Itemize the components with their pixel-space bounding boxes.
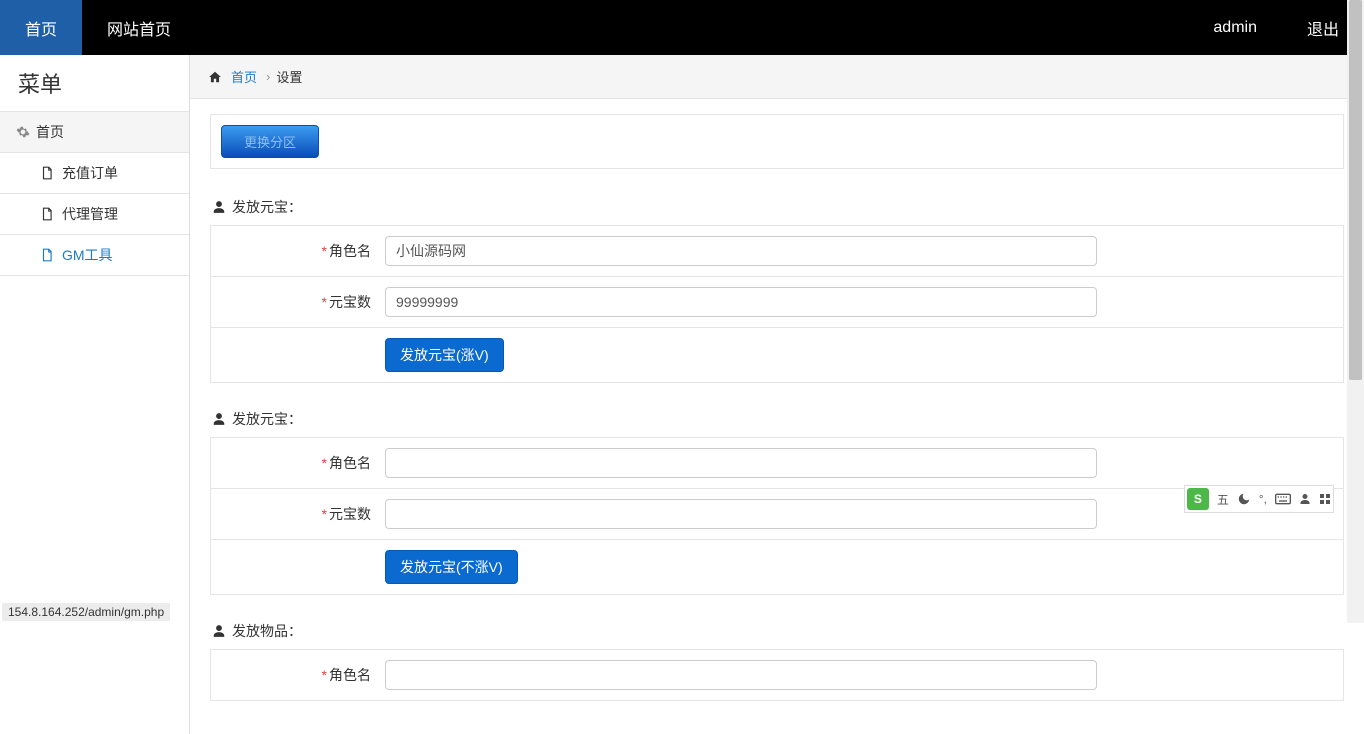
- menu-item-label: 充值订单: [62, 163, 118, 183]
- sidebar-title: 菜单: [0, 55, 189, 112]
- breadcrumb-link-home[interactable]: 首页: [231, 67, 257, 86]
- menu-item-recharge[interactable]: 充值订单: [0, 153, 189, 194]
- menu-item-gm-tools[interactable]: GM工具: [0, 235, 189, 276]
- menu-item-label: GM工具: [62, 245, 113, 265]
- submit-yuanbao-nov-button[interactable]: 发放元宝(不涨V): [385, 550, 518, 584]
- ime-logo-icon: S: [1187, 488, 1209, 510]
- amount-label: *元宝数: [211, 490, 381, 538]
- ime-toolbar[interactable]: S 五 °,: [1184, 485, 1334, 513]
- form-item: *角色名: [210, 649, 1344, 701]
- person-icon[interactable]: [1299, 493, 1311, 505]
- grid-icon[interactable]: [1319, 493, 1331, 505]
- menu-item-label: 代理管理: [62, 204, 118, 224]
- section-title-label: 发放元宝：: [232, 197, 302, 217]
- gear-icon: [16, 125, 30, 139]
- scrollbar-thumb[interactable]: [1349, 0, 1362, 380]
- user-icon: [212, 200, 226, 214]
- amount-label: *元宝数: [211, 278, 381, 326]
- file-icon: [40, 248, 54, 262]
- role-label: *角色名: [211, 227, 381, 275]
- role-input[interactable]: [385, 236, 1097, 266]
- role-input[interactable]: [385, 448, 1097, 478]
- role-label: *角色名: [211, 439, 381, 487]
- user-icon: [212, 412, 226, 426]
- role-input[interactable]: [385, 660, 1097, 690]
- breadcrumb: 首页 › 设置: [190, 55, 1364, 99]
- section-title-label: 发放元宝：: [232, 409, 302, 429]
- panel-switch-zone: 更换分区: [210, 114, 1344, 169]
- breadcrumb-separator: ›: [266, 69, 270, 84]
- nav-site-home[interactable]: 网站首页: [82, 0, 196, 55]
- menu-item-agent[interactable]: 代理管理: [0, 194, 189, 235]
- keyboard-icon[interactable]: [1275, 493, 1291, 505]
- section-title-item: 发放物品：: [210, 613, 1344, 649]
- home-icon: [208, 70, 222, 84]
- user-icon: [212, 624, 226, 638]
- main-content: 首页 › 设置 更换分区 发放元宝： *角色名: [190, 55, 1364, 734]
- sidebar: 菜单 首页 充值订单 代理管理 GM工具: [0, 55, 190, 734]
- role-label: *角色名: [211, 651, 381, 699]
- menu-parent-label: 首页: [36, 122, 64, 142]
- nav-user[interactable]: admin: [1188, 0, 1282, 55]
- submit-yuanbao-v-button[interactable]: 发放元宝(涨V): [385, 338, 504, 372]
- moon-icon[interactable]: [1237, 492, 1251, 506]
- menu-parent-home[interactable]: 首页: [0, 112, 189, 153]
- status-bar: 154.8.164.252/admin/gm.php: [2, 603, 170, 621]
- ime-mode-label[interactable]: 五: [1217, 491, 1229, 508]
- nav-home[interactable]: 首页: [0, 0, 82, 55]
- section-title-yuanbao-1: 发放元宝：: [210, 189, 1344, 225]
- section-title-label: 发放物品：: [232, 621, 302, 641]
- section-title-yuanbao-2: 发放元宝：: [210, 401, 1344, 437]
- switch-zone-button[interactable]: 更换分区: [221, 125, 319, 158]
- amount-input[interactable]: [385, 499, 1097, 529]
- punct-icon[interactable]: °,: [1259, 492, 1267, 506]
- breadcrumb-current: 设置: [276, 67, 302, 86]
- file-icon: [40, 166, 54, 180]
- amount-input[interactable]: [385, 287, 1097, 317]
- file-icon: [40, 207, 54, 221]
- form-yuanbao-2: *角色名 *元宝数 发放元宝(不涨V): [210, 437, 1344, 595]
- form-yuanbao-1: *角色名 *元宝数 发放元宝(涨V): [210, 225, 1344, 383]
- top-nav: 首页 网站首页 admin 退出: [0, 0, 1364, 55]
- scrollbar[interactable]: [1347, 0, 1364, 623]
